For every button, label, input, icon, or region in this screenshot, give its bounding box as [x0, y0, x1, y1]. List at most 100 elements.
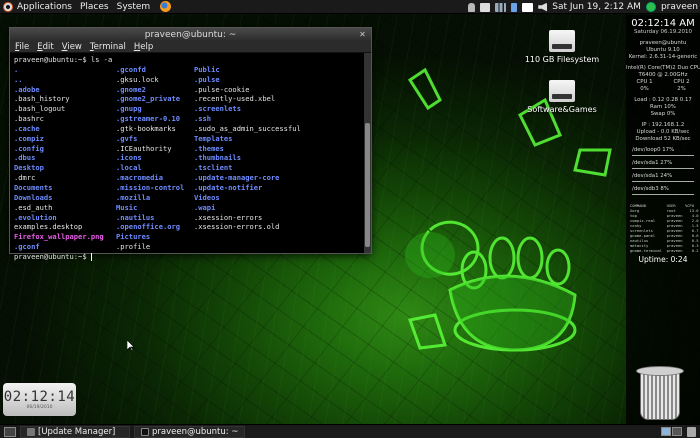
prompt-line[interactable]: praveen@ubuntu:~$: [14, 252, 367, 262]
ls-entry: .gvfs: [116, 133, 138, 143]
scrollbar-thumb[interactable]: [365, 123, 370, 247]
terminal-window[interactable]: praveen@ubuntu: ~ ✕ File Edit View Termi…: [9, 27, 372, 261]
conky-disk-row: /dev/loop0 17%: [632, 147, 675, 153]
ubuntu-logo-icon: [3, 1, 13, 12]
ls-entry: .tsclient: [194, 163, 233, 173]
clock-widget[interactable]: 02:12:14 06/19/2010: [3, 383, 76, 416]
user-status-icon: [645, 2, 656, 12]
bluetooth-icon[interactable]: [511, 2, 518, 12]
conky-download: Download 52 KB/sec: [635, 136, 691, 142]
ls-entry: .pulse: [194, 74, 220, 84]
ls-entry: .compiz: [14, 133, 44, 143]
menu-applications[interactable]: Applications: [17, 2, 72, 12]
ls-entry: Videos: [194, 192, 220, 202]
conky-ip: IP : 192.168.1.2: [641, 122, 685, 128]
lock-icon[interactable]: [468, 2, 476, 12]
terminal-titlebar[interactable]: praveen@ubuntu: ~ ✕: [10, 28, 371, 41]
clock-widget-date: 06/19/2010: [26, 405, 53, 410]
menu-places[interactable]: Places: [80, 2, 109, 12]
terminal-icon: [141, 427, 149, 436]
ls-entry: .nautilus: [116, 212, 155, 222]
menu-file[interactable]: File: [15, 42, 29, 52]
conky-proc-list: Xorg root 13.6 top praveen 4.0 compiz.real…: [626, 208, 700, 253]
task-label: praveen@ubuntu: ~: [152, 426, 239, 437]
conky-ram: Ram 10%: [650, 104, 676, 110]
panel-user[interactable]: praveen: [661, 2, 698, 12]
ls-entry: .profile: [116, 242, 151, 252]
desktop-icon-software[interactable]: Software&Games: [520, 80, 604, 114]
ls-entry: .bash_logout: [14, 104, 66, 114]
desktop-icon-filesystem[interactable]: 110 GB Filesystem: [522, 30, 602, 64]
ls-column: Public .pulse .pulse-cookie .recently-used.…: [194, 65, 364, 252]
conky-user: praveen@ubuntu: [639, 40, 687, 46]
conky-cpu-values: 0% 2%: [626, 86, 700, 93]
workspace-2[interactable]: [672, 427, 682, 436]
panel-trash-icon[interactable]: [687, 427, 696, 437]
ls-entry: .xsession-errors.old: [194, 222, 280, 232]
ls-entry: examples.desktop: [14, 222, 83, 232]
text-cursor: [90, 252, 92, 261]
close-icon[interactable]: ✕: [358, 30, 367, 39]
ls-entry: Downloads: [14, 192, 53, 202]
panel-tray: Sat Jun 19, 2:12 AM praveen: [468, 0, 698, 14]
ls-entry: .icons: [116, 153, 142, 163]
conky-cpu-model: Intel(R) Core(TM)2 Duo CPU: [626, 65, 700, 71]
drive-icon: [549, 30, 575, 52]
ls-entry: Desktop: [14, 163, 44, 173]
conky-cpu-labels: CPU 1 CPU 2: [626, 79, 700, 86]
ls-entry: .gconf: [14, 242, 40, 252]
ls-entry: .mission-control: [116, 182, 185, 192]
ls-entry: .dbus: [14, 153, 36, 163]
ls-entry: ..: [14, 74, 23, 84]
network-icon[interactable]: [495, 2, 507, 12]
ls-entry: .ssh: [194, 114, 212, 124]
panel-clock[interactable]: Sat Jun 19, 2:12 AM: [552, 2, 641, 12]
terminal-scrollbar[interactable]: [364, 53, 371, 253]
menu-help[interactable]: Help: [134, 42, 153, 52]
ls-entry: .evolution: [14, 212, 57, 222]
ls-entry: .gstreamer-0.10: [116, 114, 181, 124]
show-desktop-button[interactable]: [4, 426, 16, 437]
menu-view[interactable]: View: [62, 42, 82, 52]
volume-icon[interactable]: [538, 2, 548, 12]
ls-entry: .screenlets: [194, 104, 241, 114]
clock-widget-time: 02:12:14: [3, 389, 76, 405]
conky-load: Load : 0.12 0.28 0.17: [634, 97, 692, 103]
conky-disk-bar: [632, 155, 694, 156]
task-update-manager[interactable]: [Update Manager]: [20, 425, 130, 438]
conky-disk-row: /dev/sda1 24%: [632, 173, 673, 179]
conky-disk-bar: [632, 181, 694, 182]
conky-disk-bar: [632, 194, 694, 195]
conky-disk-row: /dev/sda1 27%: [632, 160, 673, 166]
menu-system[interactable]: System: [117, 2, 151, 12]
task-label: [Update Manager]: [38, 426, 116, 437]
terminal-output[interactable]: praveen@ubuntu:~$ ls -a ... .adobe .bash_h…: [10, 53, 371, 261]
workspace-switcher[interactable]: [661, 427, 682, 436]
ls-entry: Public: [194, 64, 220, 74]
ls-entry: .gtk-bookmarks: [116, 123, 176, 133]
command-line: praveen@ubuntu:~$ ls -a: [14, 55, 113, 64]
ls-entry: .local: [116, 163, 142, 173]
workspace-1[interactable]: [661, 427, 671, 436]
desktop-icon-label: 110 GB Filesystem: [524, 55, 600, 64]
notification-icon[interactable]: [480, 2, 491, 12]
conky-disk-row: /dev/sdb3 8%: [632, 186, 669, 192]
trash-icon[interactable]: [632, 366, 688, 422]
mail-icon[interactable]: [522, 2, 534, 12]
ls-entry: Templates: [194, 133, 233, 143]
menu-terminal[interactable]: Terminal: [90, 42, 126, 52]
task-terminal[interactable]: praveen@ubuntu: ~: [134, 425, 246, 438]
cpu2-label: CPU 2: [673, 79, 690, 85]
ls-entry: .dmrc: [14, 173, 36, 183]
ls-entry: .bashrc: [14, 114, 44, 124]
conky-kernel: Kernel: 2.6.31-14-generic: [628, 54, 698, 60]
conky-date: Saturday 06.19.2010: [633, 29, 693, 35]
conky-upload: Upload - 0.0 KB/sec: [636, 129, 690, 135]
ls-entry: .: [14, 64, 19, 74]
ls-entry: Pictures: [116, 232, 151, 242]
ls-entry: Firefox_wallpaper.png: [14, 232, 104, 242]
firefox-launcher-icon[interactable]: [160, 1, 172, 12]
conky-monitor: 02:12:14 AM Saturday 06.19.2010 praveen@…: [626, 15, 700, 424]
update-manager-icon: [27, 427, 35, 436]
menu-edit[interactable]: Edit: [37, 42, 53, 52]
